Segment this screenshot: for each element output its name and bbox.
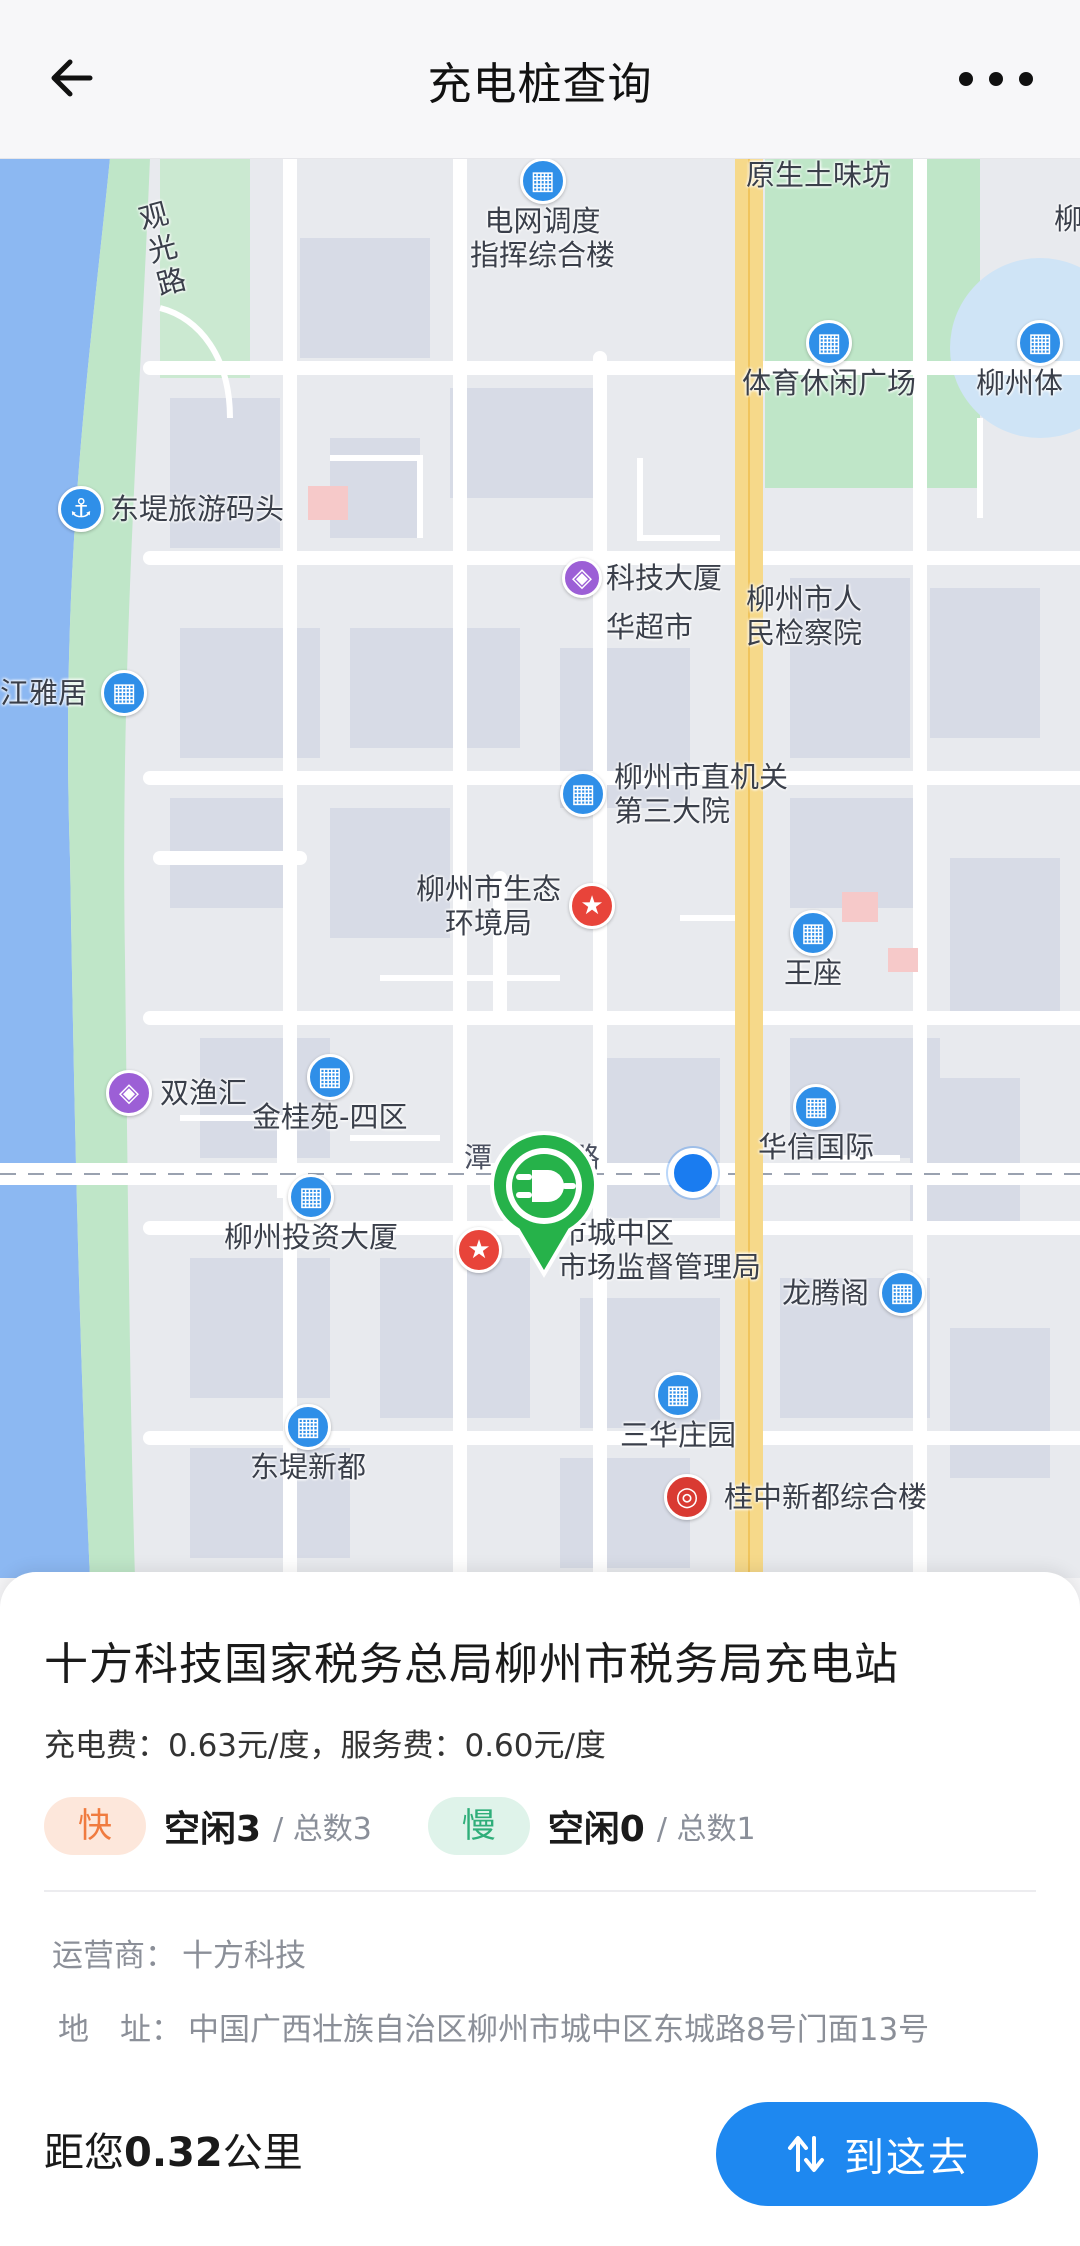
road-label-guanguang: 观 光 路: [135, 195, 190, 303]
more-dots-icon: [959, 72, 1033, 86]
poi-huaxin-international[interactable]: ▦ 华信国际: [758, 1084, 874, 1164]
map-view[interactable]: ▦ 电网调度 指挥综合楼 原生土味坊 观 光 路 ▦ 体育休闲广场 ▦ 柳州体 …: [0, 158, 1080, 1578]
distance-value: 0.32: [124, 2130, 223, 2176]
poi-dongdi-pier[interactable]: ⚓ 东堤旅游码头: [58, 486, 284, 532]
navigate-button[interactable]: 到这去: [716, 2102, 1038, 2206]
map-base: [0, 158, 1080, 1578]
poi-sanhua-garden[interactable]: ▦ 三华庄园: [620, 1372, 736, 1452]
distance-unit: 公里: [222, 2130, 303, 2176]
operator-value: 十方科技: [182, 1938, 306, 1974]
top-bar: 充电桩查询: [0, 0, 1080, 159]
fast-total-count: / 总数3: [273, 1812, 372, 1847]
charge-fee: 充电费：0.63元/度，: [44, 1728, 341, 1764]
divider: [44, 1890, 1036, 1892]
poi-jiangyaju[interactable]: 江雅居 ▦: [0, 670, 148, 716]
building-icon: ▦: [101, 670, 148, 716]
building-icon: ▦: [655, 1372, 701, 1418]
current-location-icon: [668, 1148, 718, 1198]
poi-dongdi-xindu[interactable]: ▦ 东堤新都: [250, 1404, 366, 1484]
poi-municipal-compound[interactable]: ▦ 柳州市直机关 第三大院: [560, 760, 788, 828]
slow-charge-tag: 慢: [427, 1797, 530, 1855]
distance-info: 距您0.32公里: [44, 2120, 303, 2178]
poi-investment-tower[interactable]: ▦ 柳州投资大厦: [224, 1174, 398, 1254]
poi-longteng-pavilion[interactable]: 龙腾阁 ▦: [782, 1270, 926, 1316]
building-icon: ▦: [793, 1084, 839, 1130]
poi-liuzhou-stadium[interactable]: ▦ 柳州体: [976, 320, 1064, 400]
poi-yuanshengtu-restaurant[interactable]: 原生土味坊: [746, 158, 891, 192]
fast-charge-tag: 快: [44, 1797, 146, 1855]
shop-icon: ◈: [562, 558, 602, 598]
station-info-card: 十方科技国家税务总局柳州市税务局充电站 充电费：0.63元/度，服务费：0.60…: [0, 1572, 1080, 2246]
poi-wangzuo[interactable]: ▦ 王座: [784, 910, 842, 990]
slow-total-count: / 总数1: [656, 1812, 756, 1847]
building-icon: ▦: [806, 320, 852, 366]
building-icon: ▦: [306, 1054, 353, 1100]
anchor-icon: ⚓: [58, 486, 104, 532]
poi-shuangyuhui[interactable]: ◈ 双渔汇: [106, 1070, 247, 1116]
poi-tech-tower[interactable]: ◈ 科技大厦: [562, 558, 722, 598]
poi-supermarket[interactable]: 华超市: [606, 610, 693, 644]
more-button[interactable]: [946, 54, 1046, 104]
bank-icon: ◎: [664, 1474, 710, 1520]
service-fee: 服务费：0.60元/度: [340, 1728, 606, 1764]
fee-info: 充电费：0.63元/度，服务费：0.60元/度: [44, 1720, 606, 1765]
building-icon: ▦: [288, 1174, 334, 1220]
station-name: 十方科技国家税务总局柳州市税务局充电站: [44, 1639, 899, 1690]
poi-jinguiyuan[interactable]: ▦ 金桂苑-四区: [252, 1054, 407, 1134]
operator-label: 运营商：: [52, 1938, 176, 1974]
poi-procuratorate[interactable]: 柳州市人 民检察院: [746, 582, 862, 650]
operator-row: 运营商： 十方科技: [52, 1930, 306, 1975]
address-row: 地 址： 中国广西壮族自治区柳州市城中区东城路8号门面13号: [58, 2004, 929, 2049]
poi-grid-dispatch-building[interactable]: ▦ 电网调度 指挥综合楼: [470, 158, 615, 272]
building-icon: ▦: [285, 1404, 331, 1450]
charger-station-pin[interactable]: [488, 1130, 600, 1278]
address-value: 中国广西壮族自治区柳州市城中区东城路8号门面13号: [188, 2012, 930, 2048]
building-icon: ▦: [519, 158, 566, 204]
fast-idle-count: 空闲3: [164, 1809, 262, 1850]
building-icon: ▦: [790, 910, 836, 956]
connector-counts: 快 空闲3 / 总数3 慢 空闲0 / 总数1: [44, 1796, 756, 1856]
ev-plug-icon: [490, 1130, 598, 1278]
poi-edge-label: 柳: [1054, 202, 1080, 236]
poi-guizhong-xindu[interactable]: ◎ 桂中新都综合楼: [664, 1474, 927, 1520]
building-icon: ▦: [1017, 320, 1064, 366]
route-arrows-icon: [784, 2132, 828, 2176]
distance-prefix: 距您: [44, 2130, 124, 2176]
shop-icon: ◈: [106, 1070, 152, 1116]
page-title: 充电桩查询: [427, 59, 653, 110]
address-label: 地 址：: [58, 2012, 182, 2048]
star-icon: ★: [569, 883, 616, 929]
navigate-label: 到这去: [844, 2135, 970, 2181]
building-icon: ▦: [879, 1270, 926, 1316]
slow-idle-count: 空闲0: [547, 1809, 645, 1850]
poi-eco-environment-bureau[interactable]: 柳州市生态 环境局 ★: [416, 872, 616, 940]
building-icon: ▦: [560, 771, 606, 817]
poi-sports-plaza[interactable]: ▦ 体育休闲广场: [742, 320, 916, 400]
